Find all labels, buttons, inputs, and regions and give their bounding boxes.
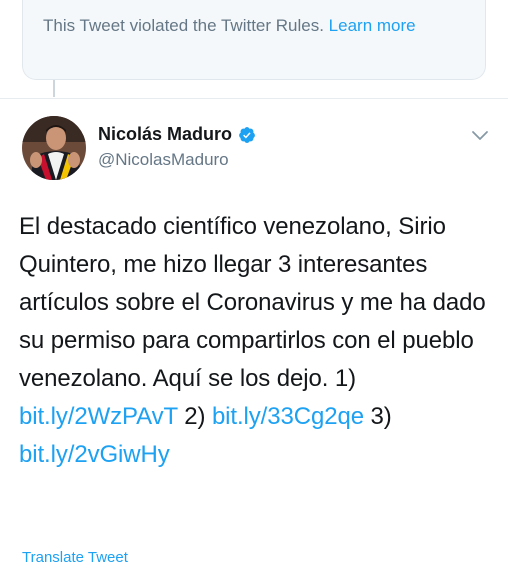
learn-more-link[interactable]: Learn more (329, 16, 416, 35)
tweet-link-2[interactable]: bit.ly/33Cg2qe (212, 403, 364, 430)
notice-text: This Tweet violated the Twitter Rules. (43, 16, 329, 35)
tweet-divider (0, 98, 508, 99)
author-name-row[interactable]: Nicolás Maduro (98, 124, 256, 145)
thread-connector-line (53, 80, 55, 97)
tweet-link-1[interactable]: bit.ly/2WzPAvT (19, 403, 178, 430)
translate-tweet-link[interactable]: Translate Tweet (22, 549, 128, 566)
avatar[interactable] (22, 116, 86, 180)
tweet-text-body: El destacado científico venezolano, Siri… (19, 213, 486, 392)
tweet-text-sep-2: 2) (177, 403, 212, 430)
author-name[interactable]: Nicolás Maduro (98, 124, 232, 145)
tweet-text: El destacado científico venezolano, Siri… (19, 208, 489, 474)
tweet-text-sep-3: 3) (363, 403, 392, 430)
chevron-down-icon[interactable] (470, 128, 490, 142)
tweet-link-3[interactable]: bit.ly/2vGiwHy (19, 441, 170, 468)
author-handle[interactable]: @NicolasMaduro (98, 150, 229, 170)
avatar-image (22, 116, 86, 180)
verified-badge-icon (239, 126, 255, 143)
rules-violation-notice: This Tweet violated the Twitter Rules. L… (22, 0, 486, 80)
